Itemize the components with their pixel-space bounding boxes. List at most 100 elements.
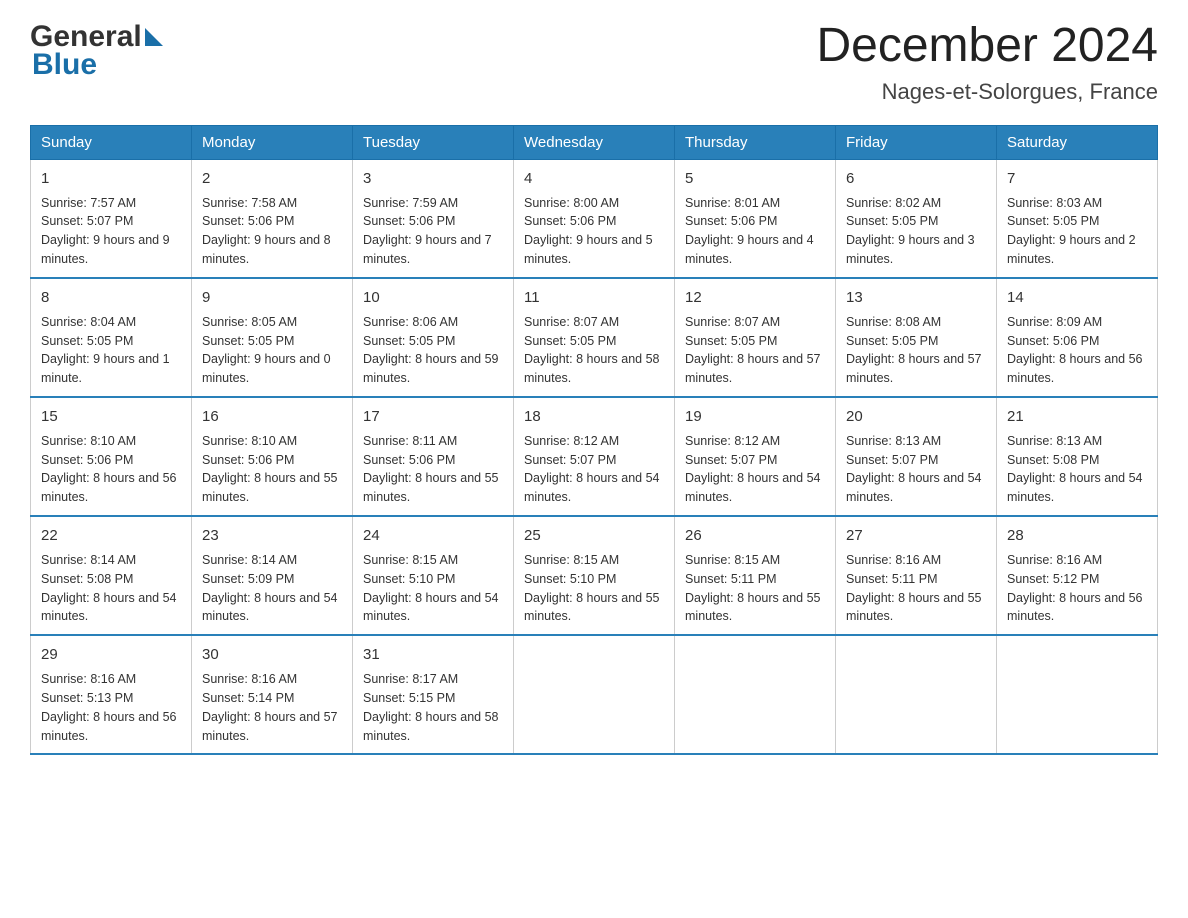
- day-number: 20: [846, 406, 986, 428]
- day-info: Sunrise: 8:04 AMSunset: 5:05 PMDaylight:…: [41, 315, 170, 386]
- day-number: 28: [1007, 525, 1147, 547]
- calendar-cell: 14Sunrise: 8:09 AMSunset: 5:06 PMDayligh…: [997, 278, 1158, 397]
- page-title: December 2024: [816, 20, 1158, 73]
- day-number: 4: [524, 168, 664, 190]
- logo-blue-text: Blue: [32, 48, 97, 82]
- day-number: 2: [202, 168, 342, 190]
- page-header: General Blue December 2024 Nages-et-Solo…: [30, 20, 1158, 105]
- day-info: Sunrise: 8:15 AMSunset: 5:10 PMDaylight:…: [363, 553, 499, 624]
- day-number: 13: [846, 287, 986, 309]
- day-number: 26: [685, 525, 825, 547]
- calendar-cell: 13 Sunrise: 8:08 AMSunset: 5:05 PMDayligh…: [836, 278, 997, 397]
- day-info: Sunrise: 8:12 AMSunset: 5:07 PMDaylight:…: [524, 434, 660, 505]
- day-info: Sunrise: 8:12 AMSunset: 5:07 PMDaylight:…: [685, 434, 821, 505]
- day-number: 24: [363, 525, 503, 547]
- day-info: Sunrise: 8:16 AMSunset: 5:13 PMDaylight:…: [41, 672, 177, 743]
- col-header-friday: Friday: [836, 125, 997, 159]
- day-number: 18: [524, 406, 664, 428]
- calendar-cell: [997, 635, 1158, 754]
- col-header-saturday: Saturday: [997, 125, 1158, 159]
- day-number: 31: [363, 644, 503, 666]
- day-number: 29: [41, 644, 181, 666]
- day-info: Sunrise: 8:13 AMSunset: 5:08 PMDaylight:…: [1007, 434, 1143, 505]
- day-info: Sunrise: 7:59 AMSunset: 5:06 PMDaylight:…: [363, 196, 492, 267]
- calendar-cell: 10 Sunrise: 8:06 AMSunset: 5:05 PMDayligh…: [353, 278, 514, 397]
- day-number: 27: [846, 525, 986, 547]
- day-info: Sunrise: 8:10 AMSunset: 5:06 PMDaylight:…: [202, 434, 338, 505]
- day-info: Sunrise: 8:05 AMSunset: 5:05 PMDaylight:…: [202, 315, 331, 386]
- day-number: 8: [41, 287, 181, 309]
- calendar-cell: 21 Sunrise: 8:13 AMSunset: 5:08 PMDayligh…: [997, 397, 1158, 516]
- calendar-cell: 6 Sunrise: 8:02 AMSunset: 5:05 PMDaylight…: [836, 159, 997, 278]
- day-info: Sunrise: 8:08 AMSunset: 5:05 PMDaylight:…: [846, 315, 982, 386]
- week-row-5: 29 Sunrise: 8:16 AMSunset: 5:13 PMDayligh…: [31, 635, 1158, 754]
- calendar-cell: 3 Sunrise: 7:59 AMSunset: 5:06 PMDaylight…: [353, 159, 514, 278]
- logo: General Blue: [30, 20, 163, 82]
- calendar-header-row: SundayMondayTuesdayWednesdayThursdayFrid…: [31, 125, 1158, 159]
- day-number: 5: [685, 168, 825, 190]
- col-header-wednesday: Wednesday: [514, 125, 675, 159]
- calendar-cell: 28 Sunrise: 8:16 AMSunset: 5:12 PMDayligh…: [997, 516, 1158, 635]
- calendar-cell: 19Sunrise: 8:12 AMSunset: 5:07 PMDayligh…: [675, 397, 836, 516]
- col-header-tuesday: Tuesday: [353, 125, 514, 159]
- day-number: 16: [202, 406, 342, 428]
- day-number: 21: [1007, 406, 1147, 428]
- day-number: 6: [846, 168, 986, 190]
- day-number: 10: [363, 287, 503, 309]
- day-number: 3: [363, 168, 503, 190]
- calendar-table: SundayMondayTuesdayWednesdayThursdayFrid…: [30, 125, 1158, 756]
- day-info: Sunrise: 8:10 AMSunset: 5:06 PMDaylight:…: [41, 434, 177, 505]
- week-row-2: 8 Sunrise: 8:04 AMSunset: 5:05 PMDaylight…: [31, 278, 1158, 397]
- day-info: Sunrise: 8:16 AMSunset: 5:12 PMDaylight:…: [1007, 553, 1143, 624]
- day-info: Sunrise: 8:14 AMSunset: 5:08 PMDaylight:…: [41, 553, 177, 624]
- calendar-cell: 29 Sunrise: 8:16 AMSunset: 5:13 PMDayligh…: [31, 635, 192, 754]
- day-info: Sunrise: 8:17 AMSunset: 5:15 PMDaylight:…: [363, 672, 499, 743]
- day-info: Sunrise: 8:02 AMSunset: 5:05 PMDaylight:…: [846, 196, 975, 267]
- day-number: 12: [685, 287, 825, 309]
- day-number: 1: [41, 168, 181, 190]
- calendar-cell: [514, 635, 675, 754]
- calendar-cell: 2Sunrise: 7:58 AMSunset: 5:06 PMDaylight…: [192, 159, 353, 278]
- day-number: 17: [363, 406, 503, 428]
- day-number: 30: [202, 644, 342, 666]
- calendar-cell: 26Sunrise: 8:15 AMSunset: 5:11 PMDayligh…: [675, 516, 836, 635]
- day-info: Sunrise: 8:00 AMSunset: 5:06 PMDaylight:…: [524, 196, 653, 267]
- calendar-cell: 4 Sunrise: 8:00 AMSunset: 5:06 PMDaylight…: [514, 159, 675, 278]
- calendar-cell: [675, 635, 836, 754]
- day-number: 11: [524, 287, 664, 309]
- calendar-cell: 5 Sunrise: 8:01 AMSunset: 5:06 PMDaylight…: [675, 159, 836, 278]
- week-row-1: 1 Sunrise: 7:57 AMSunset: 5:07 PMDaylight…: [31, 159, 1158, 278]
- day-info: Sunrise: 8:14 AMSunset: 5:09 PMDaylight:…: [202, 553, 338, 624]
- day-info: Sunrise: 7:57 AMSunset: 5:07 PMDaylight:…: [41, 196, 170, 267]
- col-header-thursday: Thursday: [675, 125, 836, 159]
- day-info: Sunrise: 8:15 AMSunset: 5:10 PMDaylight:…: [524, 553, 660, 624]
- day-number: 22: [41, 525, 181, 547]
- day-info: Sunrise: 8:06 AMSunset: 5:05 PMDaylight:…: [363, 315, 499, 386]
- calendar-cell: 31 Sunrise: 8:17 AMSunset: 5:15 PMDayligh…: [353, 635, 514, 754]
- day-number: 25: [524, 525, 664, 547]
- calendar-cell: 24 Sunrise: 8:15 AMSunset: 5:10 PMDayligh…: [353, 516, 514, 635]
- calendar-cell: 27 Sunrise: 8:16 AMSunset: 5:11 PMDayligh…: [836, 516, 997, 635]
- logo-chevron-icon: [145, 28, 163, 46]
- calendar-cell: 8 Sunrise: 8:04 AMSunset: 5:05 PMDaylight…: [31, 278, 192, 397]
- calendar-cell: 16 Sunrise: 8:10 AMSunset: 5:06 PMDayligh…: [192, 397, 353, 516]
- day-info: Sunrise: 8:07 AMSunset: 5:05 PMDaylight:…: [685, 315, 821, 386]
- calendar-cell: 22 Sunrise: 8:14 AMSunset: 5:08 PMDayligh…: [31, 516, 192, 635]
- day-number: 9: [202, 287, 342, 309]
- day-info: Sunrise: 8:13 AMSunset: 5:07 PMDaylight:…: [846, 434, 982, 505]
- day-number: 15: [41, 406, 181, 428]
- week-row-4: 22 Sunrise: 8:14 AMSunset: 5:08 PMDayligh…: [31, 516, 1158, 635]
- day-info: Sunrise: 8:16 AMSunset: 5:11 PMDaylight:…: [846, 553, 982, 624]
- calendar-cell: 30 Sunrise: 8:16 AMSunset: 5:14 PMDayligh…: [192, 635, 353, 754]
- calendar-cell: 12 Sunrise: 8:07 AMSunset: 5:05 PMDayligh…: [675, 278, 836, 397]
- day-info: Sunrise: 8:01 AMSunset: 5:06 PMDaylight:…: [685, 196, 814, 267]
- calendar-cell: 7Sunrise: 8:03 AMSunset: 5:05 PMDaylight…: [997, 159, 1158, 278]
- col-header-sunday: Sunday: [31, 125, 192, 159]
- day-info: Sunrise: 8:16 AMSunset: 5:14 PMDaylight:…: [202, 672, 338, 743]
- day-info: Sunrise: 8:11 AMSunset: 5:06 PMDaylight:…: [363, 434, 499, 505]
- calendar-cell: 17 Sunrise: 8:11 AMSunset: 5:06 PMDayligh…: [353, 397, 514, 516]
- calendar-cell: 23Sunrise: 8:14 AMSunset: 5:09 PMDayligh…: [192, 516, 353, 635]
- calendar-cell: 11Sunrise: 8:07 AMSunset: 5:05 PMDayligh…: [514, 278, 675, 397]
- day-info: Sunrise: 8:03 AMSunset: 5:05 PMDaylight:…: [1007, 196, 1136, 267]
- title-block: December 2024 Nages-et-Solorgues, France: [816, 20, 1158, 105]
